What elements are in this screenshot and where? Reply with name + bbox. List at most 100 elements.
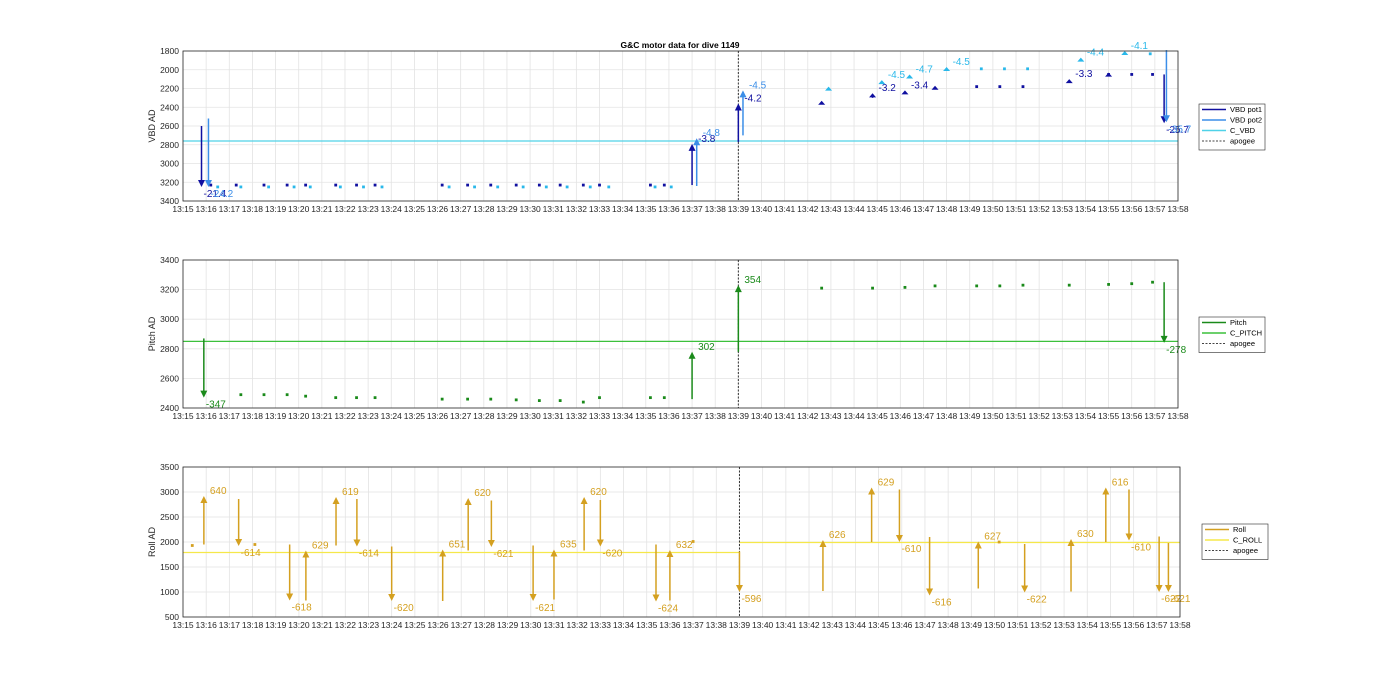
data-point — [234, 183, 238, 187]
data-point — [355, 396, 358, 400]
data-point — [1151, 73, 1154, 76]
data-label: 629 — [878, 478, 895, 489]
x-tick-label: 13:56 — [1123, 620, 1145, 630]
legend-pitch: Pitch C_PITCHapogee — [1198, 316, 1266, 353]
x-tick-label: 13:38 — [705, 411, 727, 421]
x-tick-label: 13:37 — [681, 204, 703, 214]
data-point — [267, 185, 271, 189]
x-tick-label: 13:34 — [612, 411, 634, 421]
x-tick-label: 13:37 — [682, 620, 704, 630]
data-point — [565, 185, 569, 189]
data-point — [537, 183, 541, 187]
data-point — [1067, 283, 1071, 287]
data-point — [216, 185, 220, 189]
x-tick-label: 13:32 — [566, 411, 588, 421]
data-point — [514, 183, 518, 187]
y-tick-label: 2000 — [160, 537, 179, 547]
data-point — [262, 183, 266, 187]
x-tick-label: 13:48 — [936, 411, 958, 421]
x-tick-label: 13:58 — [1167, 411, 1189, 421]
data-label: -3.2 — [879, 83, 897, 94]
data-label: 620 — [474, 488, 491, 499]
x-tick-label: 13:57 — [1146, 620, 1168, 630]
legend-label: C_ROLL — [1233, 536, 1262, 545]
data-label: -621 — [1170, 594, 1190, 605]
x-tick-label: 13:23 — [358, 620, 380, 630]
x-tick-label: 13:35 — [635, 204, 657, 214]
data-point — [380, 185, 384, 189]
x-tick-label: 13:17 — [219, 204, 241, 214]
data-point — [933, 284, 937, 288]
y-tick-label: 3200 — [160, 285, 179, 295]
x-tick-label: 13:45 — [867, 204, 889, 214]
x-tick-label: 13:26 — [427, 204, 449, 214]
data-point — [669, 185, 673, 189]
panel-pitch: 13:15 13:16 13:17 13:18 13:19 13:20 13:21 13:22… — [147, 255, 1266, 421]
y-tick-label: 1500 — [160, 562, 179, 572]
data-label: 630 — [1077, 529, 1094, 540]
x-tick-label: 13:21 — [311, 620, 333, 630]
x-tick-label: 13:53 — [1053, 620, 1075, 630]
x-tick-label: 13:28 — [474, 620, 496, 630]
x-tick-label: 13:41 — [774, 411, 796, 421]
x-tick-label: 13:27 — [450, 411, 472, 421]
x-tick-label: 13:24 — [381, 411, 403, 421]
legend-roll: Roll C_ROLLapogee — [1201, 523, 1269, 560]
x-tick-label: 13:51 — [1007, 620, 1029, 630]
x-tick-label: 13:18 — [242, 204, 264, 214]
data-point — [662, 396, 666, 400]
x-tick-label: 13:16 — [195, 411, 217, 421]
data-point — [820, 286, 824, 290]
data-point — [304, 183, 308, 187]
y-tick-label: 3000 — [160, 314, 179, 324]
x-tick-label: 13:52 — [1030, 620, 1052, 630]
x-tick-label: 13:38 — [706, 620, 728, 630]
data-label: -4.4 — [1087, 48, 1105, 59]
x-tick-label: 13:42 — [797, 411, 819, 421]
x-tick-label: 13:26 — [427, 411, 449, 421]
data-point — [489, 183, 493, 187]
data-label: -620 — [394, 603, 414, 614]
x-tick-label: 13:25 — [404, 204, 426, 214]
data-label: -614 — [241, 548, 261, 559]
x-tick-label: 13:29 — [496, 204, 518, 214]
x-tick-label: 13:30 — [519, 411, 541, 421]
y-tick-label: 2000 — [160, 65, 179, 75]
data-point — [1021, 85, 1025, 89]
data-point — [334, 183, 338, 187]
x-tick-label: 13:26 — [427, 620, 449, 630]
data-point — [262, 393, 266, 397]
data-point — [1130, 282, 1134, 286]
data-label: -621 — [535, 603, 555, 614]
data-label: -4.8 — [703, 128, 721, 139]
x-tick-label: 13:27 — [451, 620, 473, 630]
x-tick-label: 13:58 — [1169, 620, 1191, 630]
data-point — [440, 183, 444, 187]
legend-vbd: VBD pot1 VBD pot2C_VBDapogee — [1198, 103, 1266, 151]
data-label: -347 — [206, 400, 226, 411]
data-point — [998, 284, 1002, 288]
y-tick-label: 3000 — [160, 159, 179, 169]
data-label: -4.5 — [888, 70, 906, 81]
x-tick-label: 13:20 — [288, 620, 310, 630]
x-tick-label: 13:23 — [357, 411, 379, 421]
x-tick-label: 13:46 — [891, 620, 913, 630]
data-point — [588, 185, 592, 189]
x-tick-label: 13:18 — [242, 411, 264, 421]
x-tick-label: 13:45 — [868, 620, 890, 630]
x-tick-label: 13:47 — [913, 204, 935, 214]
data-label: -616 — [932, 598, 952, 609]
x-tick-label: 13:58 — [1167, 204, 1189, 214]
x-tick-label: 13:48 — [936, 204, 958, 214]
x-tick-label: 13:52 — [1029, 204, 1051, 214]
x-tick-label: 13:47 — [914, 620, 936, 630]
y-axis-label: VBD AD — [147, 109, 157, 143]
x-tick-label: 13:42 — [798, 620, 820, 630]
x-tick-label: 13:43 — [820, 204, 842, 214]
data-label: 651 — [449, 540, 466, 551]
data-label: 632 — [676, 540, 693, 551]
data-point — [308, 185, 312, 189]
data-point — [975, 284, 979, 288]
data-point — [362, 185, 365, 189]
data-point — [649, 396, 652, 400]
